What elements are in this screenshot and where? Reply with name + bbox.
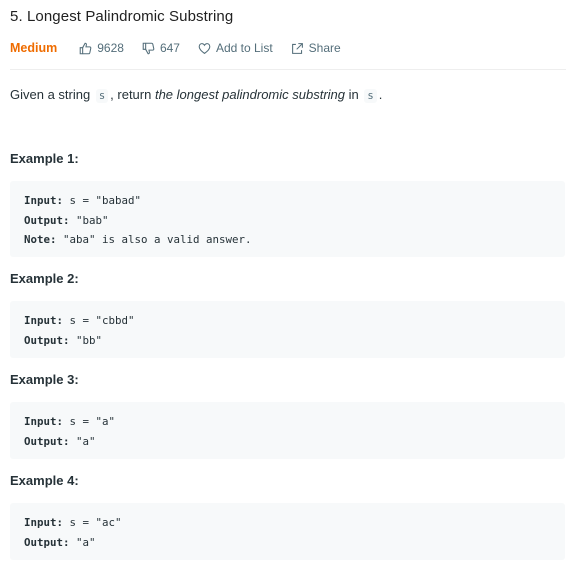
example-2-title: Example 2: <box>10 271 79 286</box>
header-divider <box>10 69 566 70</box>
dislike-count: 647 <box>159 41 180 55</box>
example-line: Output: "bb" <box>24 333 103 347</box>
share-label: Share <box>308 41 341 55</box>
example-3-block: Input: s = "a" Output: "a" <box>10 402 565 459</box>
problem-title: 5. Longest Palindromic Substring <box>10 8 234 25</box>
inline-code-s: s <box>95 89 109 103</box>
example-line: Input: s = "babad" <box>24 194 142 207</box>
thumbs-up-icon <box>79 42 92 54</box>
example-line: Input: s = "ac" <box>24 516 122 529</box>
example-1-title: Example 1: <box>10 151 79 166</box>
description-text: , return <box>110 87 155 102</box>
share-icon <box>291 42 303 54</box>
example-4-block: Input: s = "ac" Output: "a" <box>10 503 565 560</box>
share-button[interactable]: Share <box>291 41 341 55</box>
like-button[interactable]: 9628 <box>79 41 124 55</box>
example-1-block: Input: s = "babad" Output: "bab" Note: "… <box>10 181 565 257</box>
dislike-button[interactable]: 647 <box>142 41 180 55</box>
description-text: in <box>345 87 363 102</box>
difficulty-label: Medium <box>10 41 58 55</box>
description-emphasis: the longest palindromic substring <box>154 87 346 102</box>
example-line: Input: s = "a" <box>24 415 116 428</box>
example-line: Output: "a" <box>24 434 96 448</box>
example-line: Output: "a" <box>24 535 96 549</box>
heart-icon <box>198 42 211 54</box>
problem-description: Given a string s, return the longest pal… <box>10 87 383 103</box>
example-line: Output: "bab" <box>24 213 109 227</box>
description-text: Given a string <box>10 87 94 102</box>
problem-meta-bar: Medium 9628 647 Add to List Share <box>10 39 359 57</box>
example-line: Note: "aba" is also a valid answer. <box>24 233 252 246</box>
add-to-list-button[interactable]: Add to List <box>198 41 273 55</box>
description-text: . <box>378 87 383 102</box>
example-2-block: Input: s = "cbbd" Output: "bb" <box>10 301 565 358</box>
inline-code-s: s <box>364 89 377 103</box>
example-3-title: Example 3: <box>10 372 79 387</box>
example-4-title: Example 4: <box>10 473 79 488</box>
example-line: Input: s = "cbbd" <box>24 314 135 327</box>
add-to-list-label: Add to List <box>215 41 273 55</box>
thumbs-down-icon <box>142 42 155 54</box>
like-count: 9628 <box>97 41 124 55</box>
